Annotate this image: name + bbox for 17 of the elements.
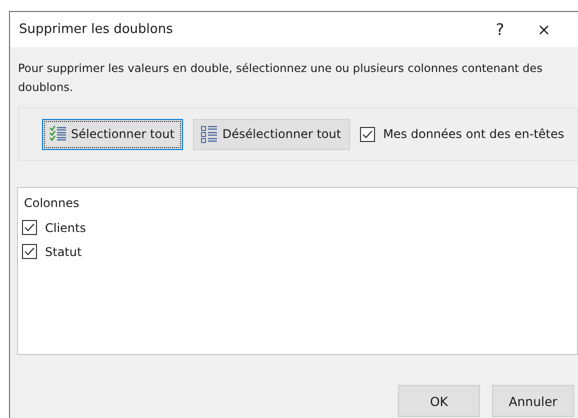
checkbox[interactable]: [360, 126, 376, 142]
select-all-button[interactable]: Sélectionner tout: [42, 118, 184, 150]
window-title: Supprimer les doublons: [19, 22, 174, 37]
checkbox[interactable]: [22, 244, 37, 259]
help-button[interactable]: ?: [480, 14, 520, 44]
close-button[interactable]: ×: [524, 14, 564, 44]
checkbox-label: Mes données ont des en-têtes: [383, 127, 564, 141]
description-text: Pour supprimer les valeurs en double, sélectionnez une ou plusieurs colonnes contenant des doublons.: [18, 61, 544, 96]
list-heading: Colonnes: [23, 196, 80, 210]
checkbox[interactable]: [22, 220, 37, 235]
list-icon: [200, 125, 218, 143]
ok-button[interactable]: OK: [398, 385, 480, 417]
cancel-button[interactable]: Annuler: [492, 385, 574, 417]
checkbox-label: Clients: [45, 220, 86, 234]
checklist-icon: [49, 125, 67, 143]
deselect-all-button[interactable]: Désélectionner tout: [193, 118, 350, 150]
checkbox-label: Statut: [45, 244, 82, 258]
